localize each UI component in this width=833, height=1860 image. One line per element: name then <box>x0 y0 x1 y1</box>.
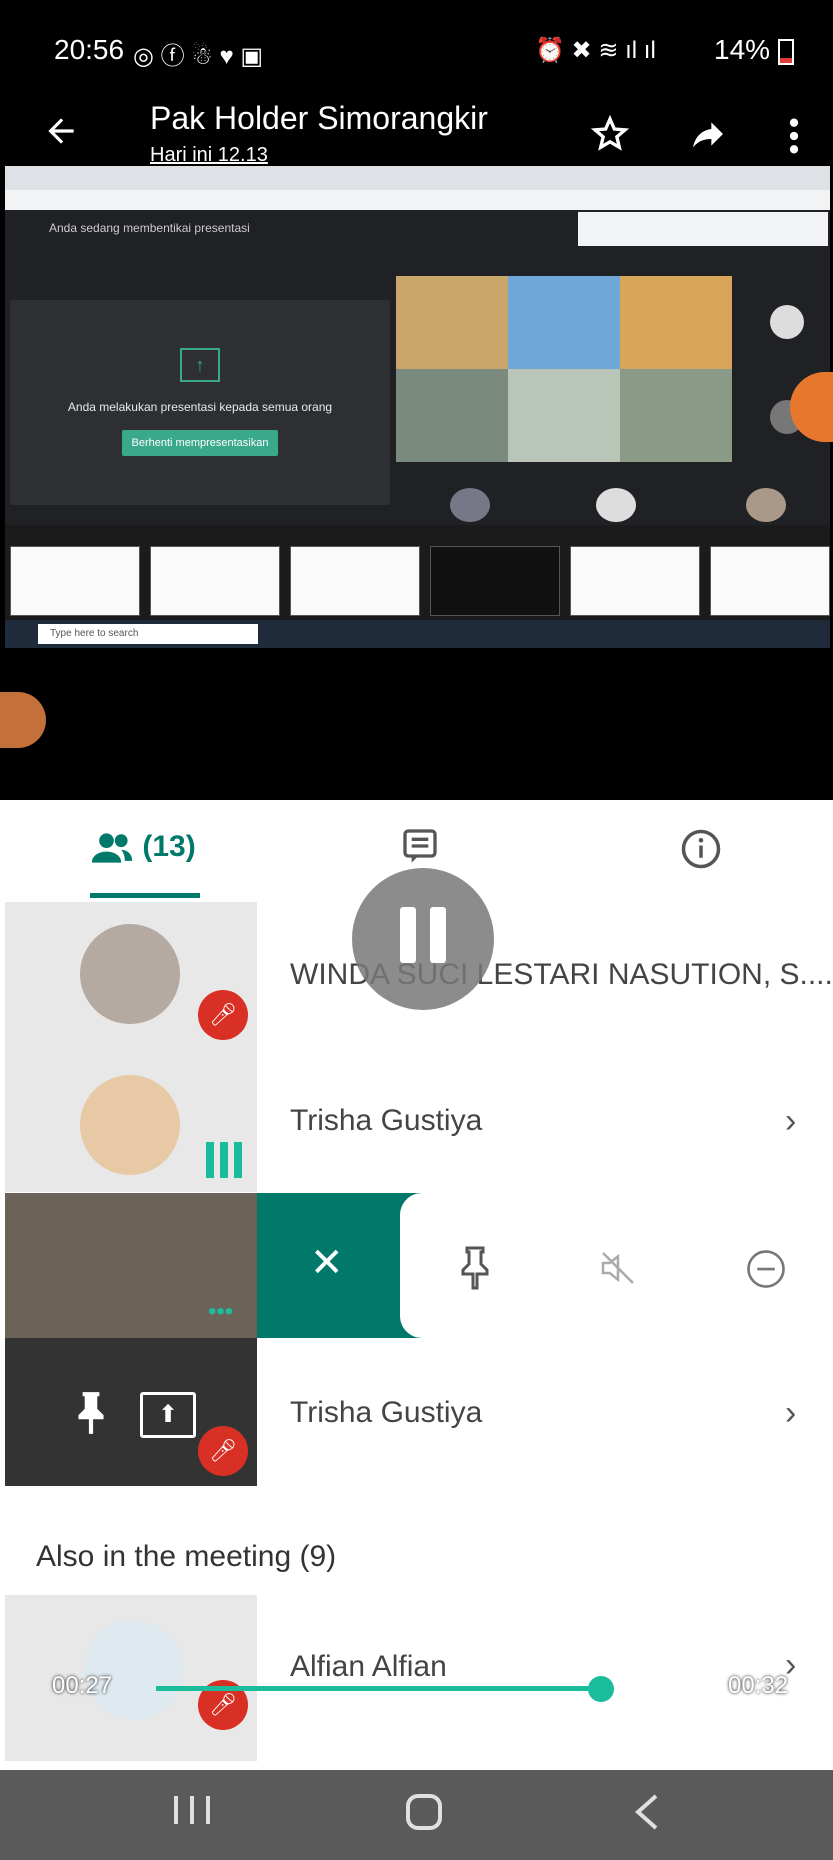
audio-level-icon <box>204 1142 244 1183</box>
battery-text: 14% <box>714 34 771 65</box>
active-tab-indicator <box>90 893 200 898</box>
pin-icon <box>72 1390 110 1441</box>
seek-progress <box>156 1686 602 1691</box>
slide-thumbnail <box>570 546 700 616</box>
pause-icon <box>400 907 416 963</box>
present-screen-icon: ↑ <box>180 348 220 382</box>
video-tile <box>396 369 508 462</box>
taskbar-search: Type here to search <box>38 624 258 644</box>
chevron-right-icon[interactable]: › <box>785 1102 796 1141</box>
browser-address-bar <box>5 190 830 210</box>
remove-participant-icon[interactable] <box>745 1248 787 1295</box>
participant-name[interactable]: Trisha Gustiya <box>290 1396 482 1430</box>
participant-avatar <box>450 488 490 522</box>
video-tile <box>620 276 732 369</box>
slide-thumbnail <box>290 546 420 616</box>
video-tile <box>508 276 620 369</box>
slide-thumbnail <box>10 546 140 616</box>
home-icon[interactable] <box>404 1792 444 1842</box>
share-icon[interactable] <box>687 114 729 159</box>
seek-handle[interactable] <box>588 1676 615 1702</box>
mic-off-icon: 🎤︎ <box>198 1426 248 1476</box>
page-title: Pak Holder Simorangkir <box>150 100 488 136</box>
video-tile <box>620 369 732 462</box>
avatar <box>84 1620 184 1720</box>
browser-tabs <box>5 166 830 190</box>
pause-button[interactable] <box>352 868 494 1010</box>
star-icon[interactable] <box>590 114 630 159</box>
slide-thumbnail <box>710 546 830 616</box>
presentation-message: Anda melakukan presentasi kepada semua o… <box>67 400 333 414</box>
people-count: (13) <box>142 830 196 863</box>
total-time: 00:32 <box>728 1672 789 1699</box>
mute-participant-icon[interactable] <box>598 1248 638 1293</box>
back-arrow-icon[interactable] <box>42 112 80 155</box>
video-tile <box>508 369 620 462</box>
video-tile <box>396 276 508 369</box>
chevron-right-icon[interactable]: › <box>785 1394 796 1433</box>
presenting-icon: ⬆ <box>140 1392 196 1438</box>
info-icon[interactable] <box>680 828 721 869</box>
mic-off-icon: 🎤︎ <box>198 990 248 1040</box>
status-time: 20:56 <box>54 34 125 65</box>
stop-presenting-button: Berhenti mempresentasikan <box>122 430 278 456</box>
app-notification-icons: ◎ ⓕ ☃ ♥ ▣ <box>133 43 264 70</box>
more-dots-icon: ••• <box>208 1298 234 1325</box>
battery-level: 14% <box>714 34 794 66</box>
participant-avatar <box>596 488 636 522</box>
slide-thumbnail <box>430 546 560 616</box>
page-subtitle: Hari ini 12.13 <box>150 144 268 166</box>
participant-name[interactable]: Trisha Gustiya <box>290 1104 482 1138</box>
avatar <box>80 924 180 1024</box>
participant-name[interactable]: Alfian Alfian <box>290 1650 447 1684</box>
battery-icon <box>777 38 794 65</box>
back-icon[interactable] <box>628 1792 668 1842</box>
participant-avatar <box>770 305 804 339</box>
pause-icon <box>430 907 446 963</box>
pin-icon[interactable] <box>458 1246 492 1295</box>
recent-apps-icon[interactable] <box>170 1792 222 1838</box>
avatar <box>80 1075 180 1175</box>
current-time: 00:27 <box>52 1672 113 1699</box>
slide-thumbnail <box>150 546 280 616</box>
chat-icon[interactable] <box>400 826 440 866</box>
section-header: Also in the meeting (9) <box>36 1540 337 1573</box>
presenting-banner-text: Anda sedang membentikai presentasi <box>49 221 250 235</box>
system-status-icons: ⏰ ✖ ≋ ıl ıl <box>535 37 656 64</box>
close-icon[interactable]: ✕ <box>310 1240 344 1286</box>
more-options-icon[interactable] <box>787 116 801 161</box>
participant-avatar <box>746 488 786 522</box>
tab-people[interactable]: (13) <box>90 830 196 865</box>
meeting-controls-strip <box>578 212 828 246</box>
